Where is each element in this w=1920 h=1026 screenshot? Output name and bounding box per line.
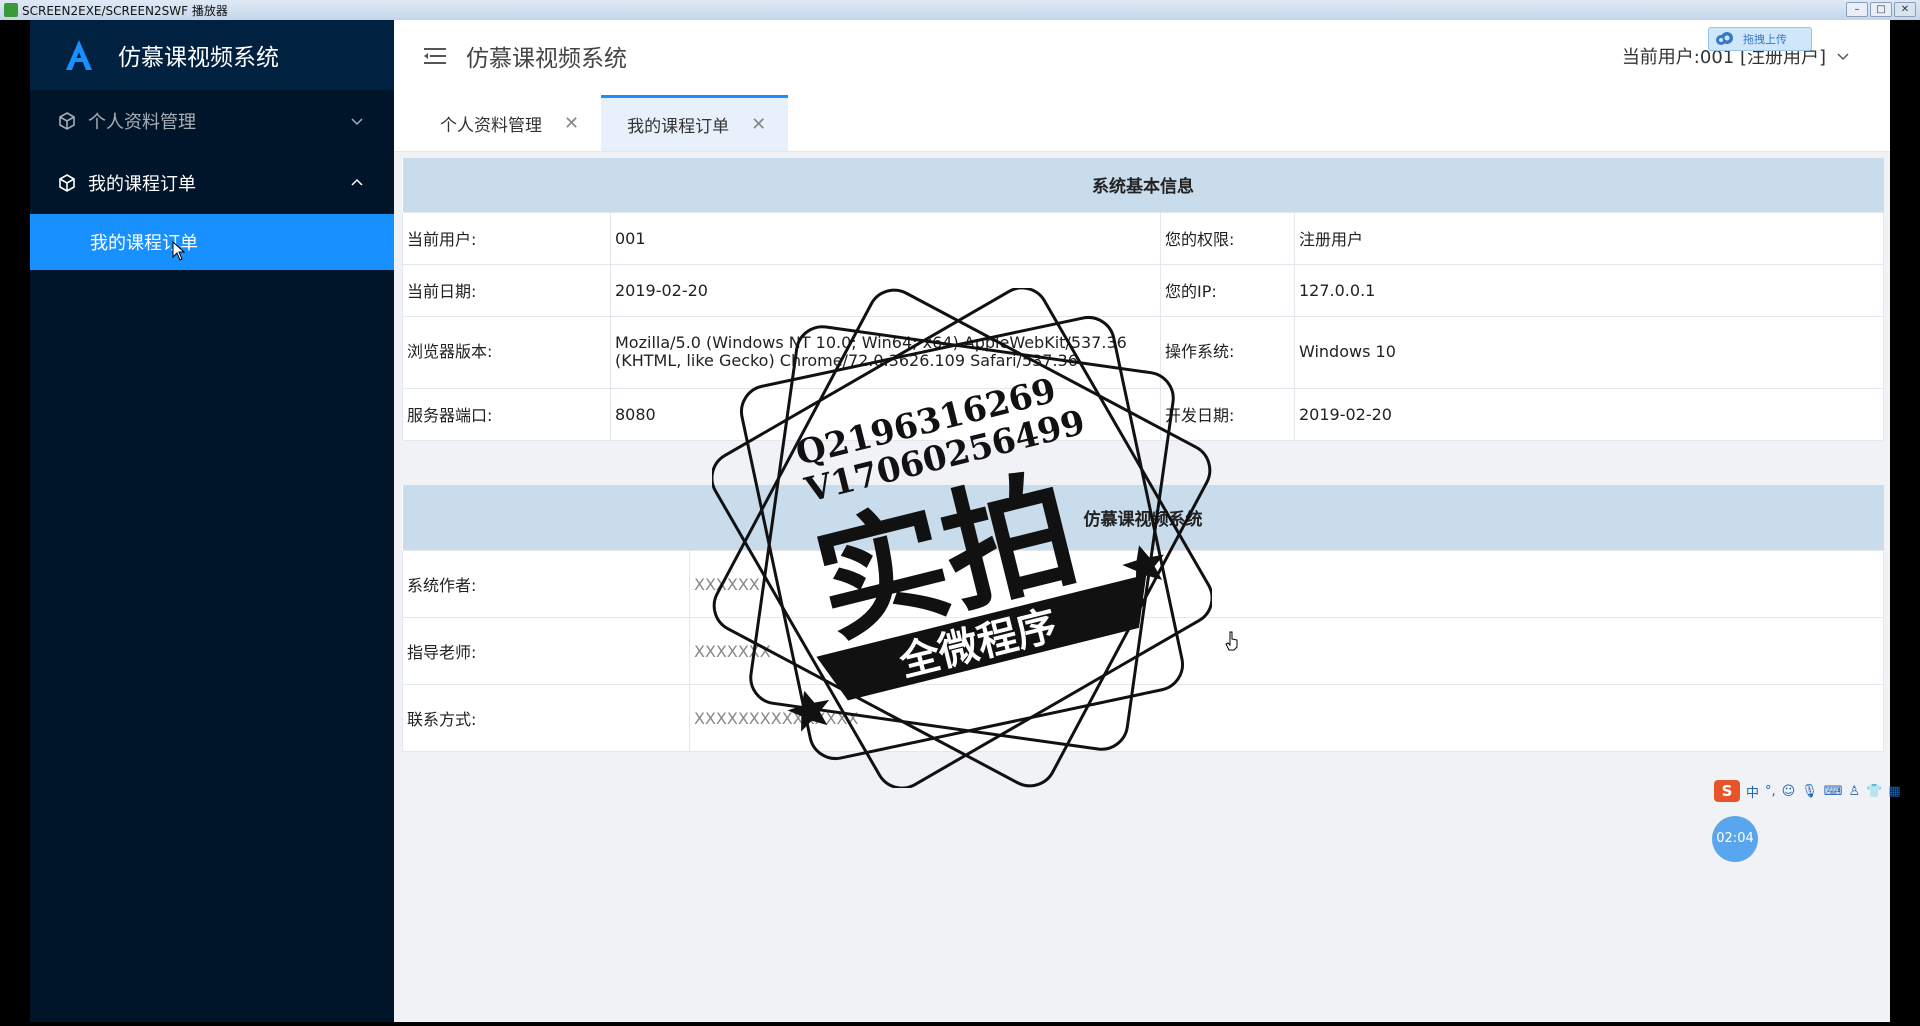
teacher-value: XXXXXXX <box>689 617 1884 685</box>
table-row: 浏览器版本: Mozilla/5.0 (Windows NT 10.0; Win… <box>402 315 1884 389</box>
grid-icon[interactable]: ▦ <box>1888 784 1900 799</box>
chevron-down-icon <box>351 118 363 126</box>
author-label: 系统作者: <box>402 550 690 618</box>
sidebar-item-label: 个人资料管理 <box>88 112 196 133</box>
main-area: 仿慕课视频系统 当前用户:001 [注册用户] 个人资料管理 ✕ 我的课程订单 … <box>394 20 1890 1022</box>
menu-toggle-icon[interactable] <box>424 47 446 65</box>
contact-value: XXXXXXXXXXXXXXX <box>689 684 1884 752</box>
tab-label: 个人资料管理 <box>440 115 542 136</box>
brand-name: 仿慕课视频系统 <box>118 45 279 71</box>
port-label: 服务器端口: <box>402 387 611 441</box>
contact-label: 联系方式: <box>402 684 690 752</box>
sidebar-item-label: 我的课程订单 <box>88 174 196 195</box>
hand-cursor-icon <box>1225 631 1238 651</box>
window-controls: – □ ✕ <box>1846 2 1916 17</box>
sysinfo-table: 系统基本信息 当前用户: 001 您的权限: 注册用户 当前日期: 2019-0… <box>402 158 1884 441</box>
table-row: 当前用户: 001 您的权限: 注册用户 <box>402 211 1884 265</box>
author-value: XXXXXX <box>689 550 1884 618</box>
date-value: 2019-02-20 <box>610 263 1161 317</box>
player-title: SCREEN2EXE/SCREEN2SWF 播放器 <box>22 3 228 18</box>
cube-icon <box>59 174 75 192</box>
current-user-value: 001 <box>610 211 1161 265</box>
brand: 仿慕课视频系统 <box>30 20 394 90</box>
sysinfo-heading: 系统基本信息 <box>402 158 1884 212</box>
mic-icon[interactable]: 🎙 <box>1801 784 1818 799</box>
table-row: 联系方式: XXXXXXXXXXXXXXX <box>402 684 1884 752</box>
keyboard-icon[interactable]: ⌨ <box>1824 784 1843 799</box>
app-frame: 仿慕课视频系统 个人资料管理 我的课程订单 我的课程订单 仿慕课视频系统 当前用… <box>30 20 1890 1022</box>
record-timer[interactable]: 02:04 <box>1712 816 1758 862</box>
permission-value: 注册用户 <box>1294 211 1884 265</box>
maximize-icon[interactable]: □ <box>1870 2 1892 17</box>
close-icon[interactable]: ✕ <box>751 114 766 135</box>
table-row: 指导老师: XXXXXXX <box>402 617 1884 685</box>
tab-profile[interactable]: 个人资料管理 ✕ <box>414 95 601 151</box>
current-user-label: 当前用户: <box>402 211 611 265</box>
os-value: Windows 10 <box>1294 315 1884 389</box>
tab-bar: 个人资料管理 ✕ 我的课程订单 ✕ <box>394 92 1890 152</box>
sidebar-item-profile[interactable]: 个人资料管理 <box>30 90 394 152</box>
sidebar-item-orders[interactable]: 我的课程订单 <box>30 152 394 214</box>
user-icon[interactable]: ♙ <box>1849 784 1861 799</box>
table-row: 服务器端口: 8080 开发日期: 2019-02-20 <box>402 387 1884 441</box>
ip-label: 您的IP: <box>1160 263 1295 317</box>
date-label: 当前日期: <box>402 263 611 317</box>
ime-toolbar: S 中 °, ☺ 🎙 ⌨ ♙ 👕 ▦ <box>1714 780 1901 802</box>
emoji-icon[interactable]: ☺ <box>1782 784 1796 799</box>
upload-label: 拖拽上传 <box>1743 33 1787 46</box>
dev-date-value: 2019-02-20 <box>1294 387 1884 441</box>
table-row: 系统作者: XXXXXX <box>402 550 1884 618</box>
minimize-icon[interactable]: – <box>1846 2 1868 17</box>
about-table: 仿慕课视频系统 系统作者: XXXXXX 指导老师: XXXXXXX 联系方式:… <box>402 484 1884 752</box>
chevron-up-icon <box>351 178 363 186</box>
app-icon <box>4 3 18 17</box>
chevron-down-icon <box>1837 53 1849 61</box>
sidebar: 仿慕课视频系统 个人资料管理 我的课程订单 我的课程订单 <box>30 20 394 1022</box>
about-heading: 仿慕课视频系统 <box>402 484 1884 551</box>
ime-lang[interactable]: 中 <box>1746 782 1759 801</box>
logo-icon <box>66 40 92 70</box>
tab-orders[interactable]: 我的课程订单 ✕ <box>601 95 789 151</box>
skin-icon[interactable]: 👕 <box>1866 784 1882 799</box>
cloud-icon <box>1716 32 1733 45</box>
tab-label: 我的课程订单 <box>627 117 730 137</box>
browser-label: 浏览器版本: <box>402 315 611 389</box>
content: 系统基本信息 当前用户: 001 您的权限: 注册用户 当前日期: 2019-0… <box>394 152 1890 752</box>
page-title: 仿慕课视频系统 <box>466 46 627 72</box>
permission-label: 您的权限: <box>1160 211 1295 265</box>
arrow-cursor-icon <box>172 241 186 261</box>
teacher-label: 指导老师: <box>402 617 690 685</box>
close-icon[interactable]: ✕ <box>1894 2 1916 17</box>
ip-value: 127.0.0.1 <box>1294 263 1884 317</box>
dev-date-label: 开发日期: <box>1160 387 1295 441</box>
cube-icon <box>59 112 75 130</box>
sidebar-subitem-orders[interactable]: 我的课程订单 <box>30 214 394 270</box>
sogou-logo-icon[interactable]: S <box>1714 780 1740 802</box>
close-icon[interactable]: ✕ <box>564 113 579 134</box>
browser-value: Mozilla/5.0 (Windows NT 10.0; Win64; x64… <box>610 315 1161 389</box>
upload-button[interactable]: 拖拽上传 <box>1708 27 1812 51</box>
punctuation-icon[interactable]: °, <box>1765 784 1776 799</box>
player-titlebar: SCREEN2EXE/SCREEN2SWF 播放器 – □ ✕ <box>0 0 1920 20</box>
table-row: 当前日期: 2019-02-20 您的IP: 127.0.0.1 <box>402 263 1884 317</box>
os-label: 操作系统: <box>1160 315 1295 389</box>
header: 仿慕课视频系统 当前用户:001 [注册用户] <box>394 20 1890 92</box>
port-value: 8080 <box>610 387 1161 441</box>
